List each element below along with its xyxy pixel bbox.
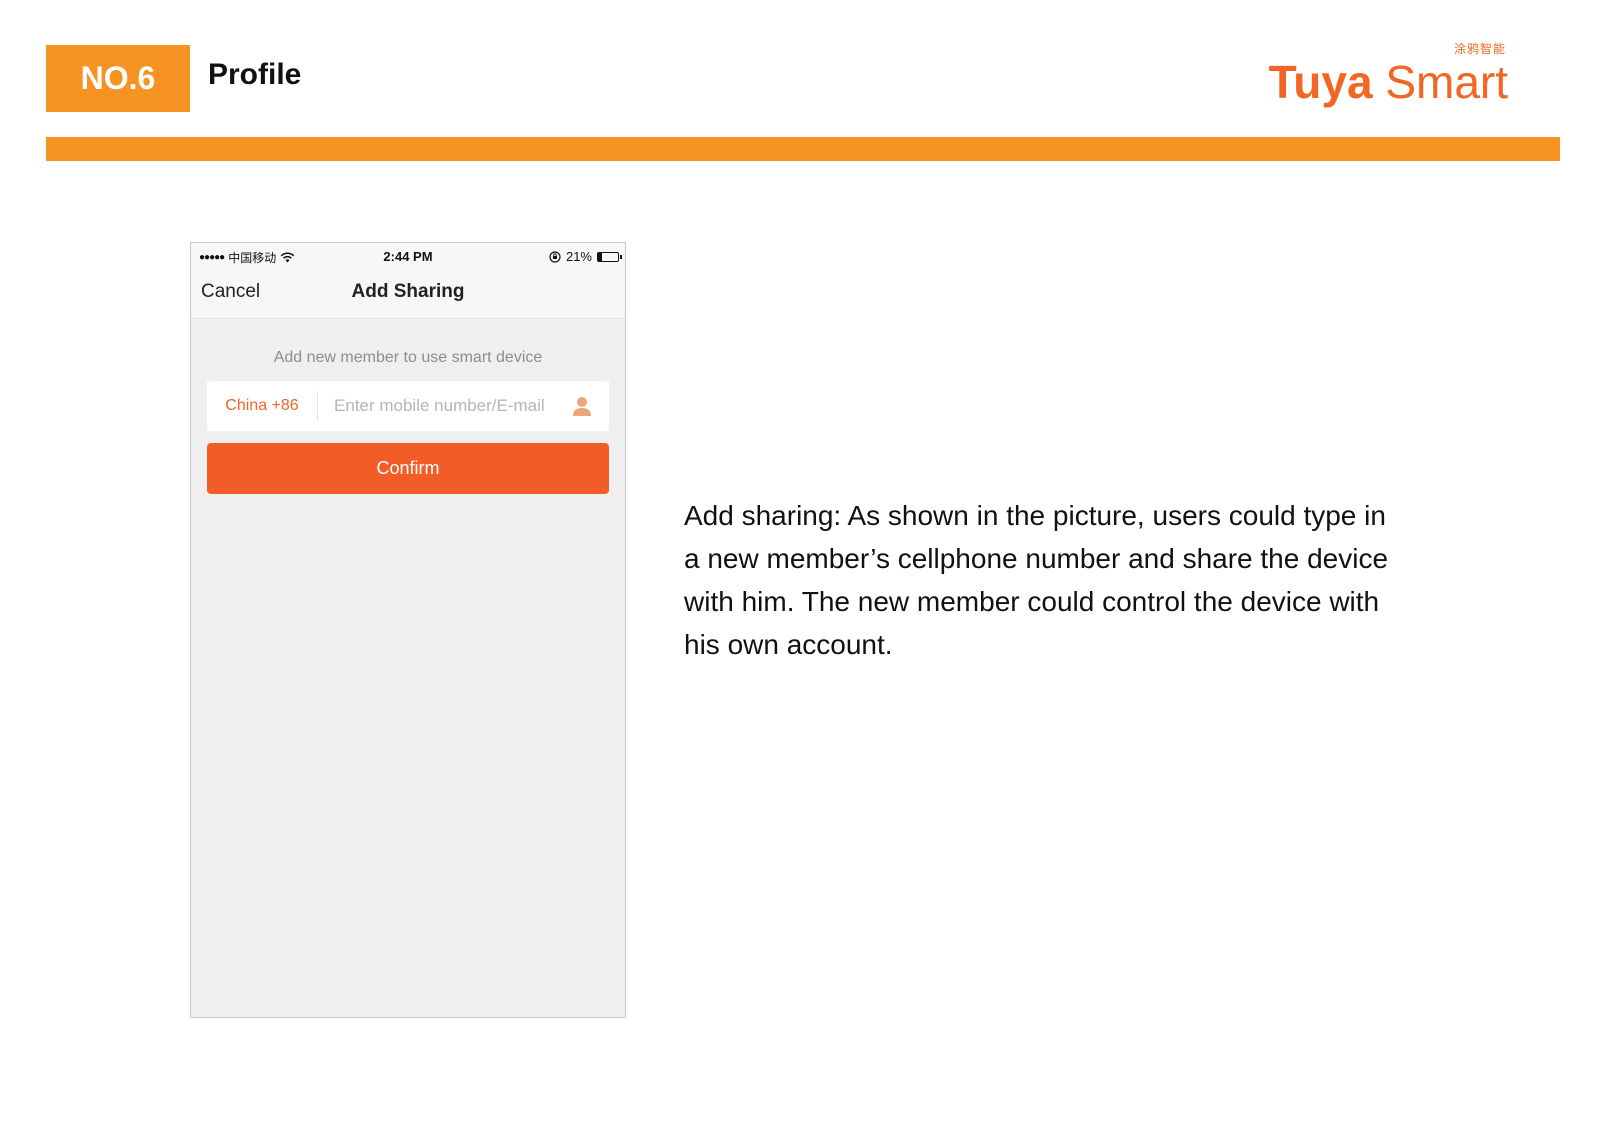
battery-percent: 21% bbox=[565, 249, 592, 264]
section-number-badge: NO.6 bbox=[46, 45, 190, 112]
section-title: Profile bbox=[208, 58, 302, 91]
battery-level bbox=[598, 252, 603, 261]
battery-icon bbox=[597, 251, 622, 262]
brand-logo: 涂鸦智能 Tuya Smart bbox=[1269, 40, 1508, 105]
status-right: 21% bbox=[549, 249, 622, 264]
brand-name: Tuya Smart bbox=[1269, 59, 1508, 105]
rotation-lock-icon bbox=[549, 250, 561, 263]
header-divider-bar bbox=[46, 137, 1560, 161]
phone-screenshot: ●●●●● 中国移动 2:44 PM 21% Cancel Add Sharin… bbox=[190, 242, 626, 1018]
brand-chinese-name: 涂鸦智能 bbox=[1453, 42, 1506, 56]
country-code-selector[interactable]: China +86 bbox=[207, 391, 318, 421]
confirm-button[interactable]: Confirm bbox=[207, 443, 609, 494]
hint-text: Add new member to use smart device bbox=[273, 349, 543, 366]
slide: NO.6 Profile 涂鸦智能 Tuya Smart ●●●●● 中国移动 … bbox=[0, 0, 1600, 1132]
status-bar: ●●●●● 中国移动 2:44 PM 21% bbox=[191, 243, 625, 271]
user-icon[interactable] bbox=[571, 395, 593, 417]
mobile-email-input[interactable] bbox=[318, 385, 571, 427]
description-text: Add sharing: As shown in the picture, us… bbox=[684, 500, 1389, 660]
nav-title: Add Sharing bbox=[351, 281, 465, 302]
brand-name-bold: Tuya bbox=[1268, 56, 1373, 108]
member-input-row: China +86 bbox=[207, 381, 609, 431]
nav-bar: Cancel Add Sharing bbox=[191, 271, 625, 319]
brand-name-light: Smart bbox=[1385, 56, 1508, 108]
